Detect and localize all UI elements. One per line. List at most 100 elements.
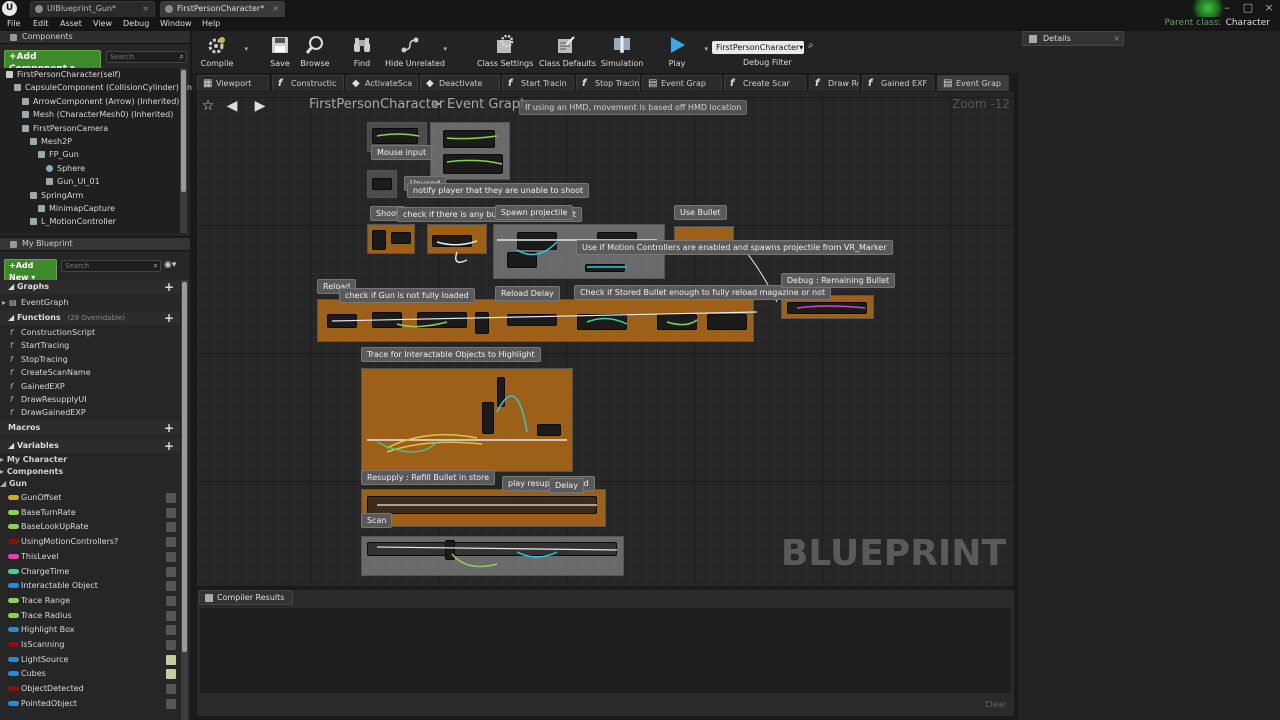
expand-icon[interactable]: ▸ — [2, 296, 6, 309]
window-tab-firstpersoncharacter[interactable]: FirstPersonCharacter* × — [160, 1, 285, 17]
breadcrumb-graph[interactable]: Event Graph — [447, 97, 528, 112]
expand-icon[interactable]: ▸ — [0, 467, 7, 476]
comment-title[interactable]: notify player that they are unable to sh… — [407, 183, 590, 198]
tab-activatesca[interactable]: ◆ ActivateSca — [346, 75, 418, 91]
window-tab-uiblueprint-gun[interactable]: UIBlueprint_Gun* × — [30, 1, 155, 17]
function-item[interactable]: f DrawResupplyUI — [0, 393, 180, 406]
scroll-thumb[interactable] — [182, 282, 187, 652]
variable-item[interactable]: Trace Range — [0, 594, 180, 608]
visibility-eye-icon[interactable] — [166, 669, 176, 680]
variable-item[interactable]: GunOffset — [0, 491, 180, 505]
tab-gained-exf[interactable]: f Gained EXF — [862, 75, 934, 91]
variable-item[interactable]: Interactable Object — [0, 579, 180, 593]
visibility-eye-icon[interactable] — [166, 522, 176, 533]
browse-button[interactable]: Browse — [290, 31, 340, 73]
overridable-count[interactable]: (29 Overridable) — [67, 314, 125, 322]
compiler-results-tab[interactable]: Compiler Results — [199, 590, 294, 605]
variable-item[interactable]: Highlight Box — [0, 623, 180, 637]
comment-title[interactable]: Delay — [549, 478, 584, 493]
variable-item[interactable]: Trace Radius — [0, 609, 180, 623]
favorite-star-icon[interactable]: ☆ — [200, 98, 216, 114]
expand-icon[interactable]: ▸ — [0, 455, 7, 464]
visibility-eye-icon[interactable] — [166, 684, 176, 695]
tab-stop-tracin[interactable]: f Stop Tracin — [576, 75, 640, 91]
visibility-eye-icon[interactable] — [166, 640, 176, 650]
menu-debug[interactable]: Debug — [123, 17, 149, 31]
section-collapse-icon[interactable]: ◢ — [8, 282, 17, 291]
component-tree-item[interactable]: FP_Gun — [0, 148, 180, 161]
category-my-character[interactable]: ▸ My Character — [0, 454, 180, 466]
visibility-eye-icon[interactable] — [166, 654, 176, 665]
hide-unrelated-button[interactable]: Hide Unrelated ▾ — [385, 31, 447, 73]
graphs-section-header[interactable]: ◢ Graphs + — [0, 280, 180, 294]
hide-unrelated-options-icon[interactable]: ▾ — [443, 45, 447, 53]
component-tree-item[interactable]: CapsuleComponent (CollisionCylinder) (In… — [0, 81, 224, 94]
comment-title[interactable]: Trace for Interactable Objects to Highli… — [361, 347, 541, 362]
play-button[interactable]: Play ▾ — [652, 31, 708, 73]
comment-title[interactable]: Spawn projectile — [495, 205, 574, 220]
blueprint-scrollbar[interactable] — [181, 280, 188, 720]
find-button[interactable]: Find — [337, 31, 387, 73]
component-tree-item[interactable]: Sphere — [0, 162, 180, 175]
comment-title[interactable]: check if Gun is not fully loaded — [339, 288, 475, 303]
component-tree-item[interactable]: MinimapCapture — [0, 202, 180, 215]
visibility-eye-icon[interactable] — [166, 625, 176, 636]
add-function-icon[interactable]: + — [164, 311, 174, 325]
variables-section-header[interactable]: ◢ Variables + — [0, 439, 180, 453]
menu-edit[interactable]: Edit — [33, 17, 49, 31]
simulation-button[interactable]: Simulation — [597, 31, 647, 73]
category-components[interactable]: ▸ Components — [0, 466, 180, 478]
tab-start-tracin[interactable]: f Start Tracin — [502, 75, 574, 91]
component-tree-item[interactable]: Gun_UI_01 — [0, 175, 180, 188]
close-tab-icon[interactable]: × — [1113, 32, 1120, 46]
close-tab-icon[interactable]: × — [142, 2, 149, 16]
menu-file[interactable]: File — [7, 17, 20, 31]
variable-item[interactable]: ThisLevel — [0, 550, 180, 564]
visibility-eye-icon[interactable] — [166, 537, 176, 548]
collapse-icon[interactable]: ◢ — [0, 479, 9, 488]
section-collapse-icon[interactable]: ◢ — [8, 313, 17, 322]
graph-item-eventgraph[interactable]: ▸ ▤ EventGraph — [0, 296, 180, 309]
play-options-icon[interactable]: ▾ — [704, 45, 708, 53]
components-search-input[interactable]: Search ⌕ — [106, 51, 187, 63]
visibility-eye-icon[interactable] — [166, 610, 176, 621]
function-item[interactable]: f StopTracing — [0, 353, 180, 366]
visibility-eye-icon[interactable] — [166, 493, 176, 503]
menu-help[interactable]: Help — [202, 17, 220, 31]
menu-asset[interactable]: Asset — [60, 17, 82, 31]
maximize-icon[interactable]: □ — [1238, 0, 1258, 16]
variable-item[interactable]: BaseLookUpRate — [0, 520, 180, 534]
visibility-eye-icon[interactable] — [166, 581, 176, 592]
visibility-eye-icon[interactable] — [166, 698, 176, 709]
class-defaults-button[interactable]: Class Defaults — [539, 31, 596, 73]
visibility-eye-icon[interactable] — [166, 507, 176, 518]
details-tab[interactable]: Details × — [1022, 31, 1124, 46]
visibility-eye-icon[interactable] — [166, 595, 176, 606]
menu-view[interactable]: View — [93, 17, 112, 31]
variable-item[interactable]: IsScanning — [0, 638, 180, 652]
function-item[interactable]: f GainedEXP — [0, 380, 180, 393]
component-tree-item[interactable]: L_MotionController — [0, 215, 180, 228]
comment-title[interactable]: Use if Motion Controllers are enabled an… — [576, 240, 893, 255]
parent-class-value[interactable]: Character — [1226, 18, 1270, 28]
tab-event-grap[interactable]: ▤ Event Grap — [642, 75, 722, 91]
scroll-thumb[interactable] — [181, 70, 186, 192]
clear-button[interactable]: Clear — [985, 700, 1006, 709]
minimize-icon[interactable]: – — [1217, 0, 1237, 16]
tab-deactivate[interactable]: ◆ Deactivate — [420, 75, 500, 91]
tab-draw-resup[interactable]: f Draw Resup — [809, 75, 859, 91]
tab-event-grap[interactable]: ▤ Event Grap — [937, 75, 1009, 91]
breadcrumb-blueprint[interactable]: FirstPersonCharacter — [309, 97, 444, 112]
function-item[interactable]: f CreateScanName — [0, 366, 180, 379]
component-tree-item[interactable]: Mesh2P — [0, 135, 180, 148]
back-arrow-icon[interactable]: ◀ — [224, 98, 240, 114]
variable-item[interactable]: ObjectDetected — [0, 682, 180, 696]
component-tree-item[interactable]: FirstPersonCamera — [0, 122, 180, 135]
component-tree-item[interactable]: SpringArm — [0, 189, 180, 202]
function-item[interactable]: f ConstructionScript — [0, 326, 180, 339]
tab-create-scar[interactable]: f Create Scar — [724, 75, 806, 91]
section-collapse-icon[interactable]: ◢ — [8, 441, 17, 450]
add-variable-icon[interactable]: + — [164, 439, 174, 453]
variable-item[interactable]: BaseTurnRate — [0, 506, 180, 520]
macros-section-header[interactable]: Macros + — [0, 421, 180, 435]
